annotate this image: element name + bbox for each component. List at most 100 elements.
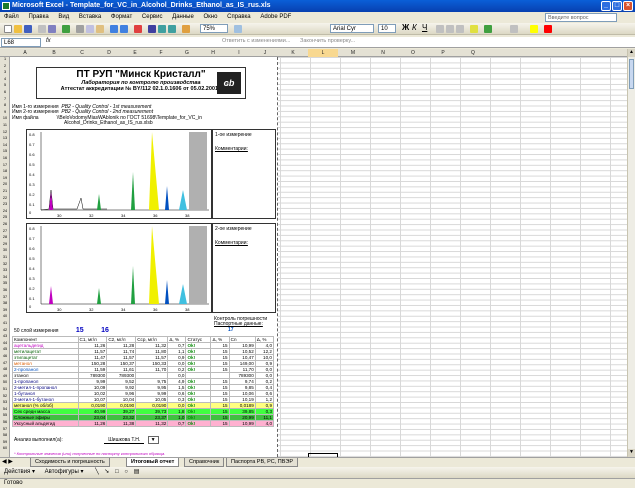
menu-format[interactable]: Формат xyxy=(111,14,132,20)
tab-convergence[interactable]: Сходимость и погрешность xyxy=(30,458,110,467)
oval-icon[interactable]: ○ xyxy=(124,469,128,475)
row-header[interactable]: 14 xyxy=(0,143,10,148)
row-header[interactable]: 57 xyxy=(0,427,10,432)
col-header[interactable]: Q xyxy=(458,49,488,57)
percent-icon[interactable] xyxy=(484,25,492,33)
row-header[interactable]: 29 xyxy=(0,242,10,247)
line-icon[interactable]: ╲ xyxy=(95,469,99,475)
redo-icon[interactable] xyxy=(120,25,128,33)
row-header[interactable]: 5 xyxy=(0,83,10,88)
menu-file[interactable]: Файл xyxy=(4,14,19,20)
row-header[interactable]: 47 xyxy=(0,361,10,366)
arrow-icon[interactable]: ➘ xyxy=(104,469,109,475)
rectangle-icon[interactable]: □ xyxy=(115,469,119,475)
autoshapes-button[interactable]: Автофигуры ▾ xyxy=(45,469,84,475)
fill-color-icon[interactable] xyxy=(530,25,538,33)
menu-view[interactable]: Вид xyxy=(58,14,69,20)
col-header[interactable]: H xyxy=(200,49,226,57)
row-header[interactable]: 52 xyxy=(0,394,10,399)
row-header[interactable]: 36 xyxy=(0,288,10,293)
row-header[interactable]: 42 xyxy=(0,328,10,333)
draw-actions-button[interactable]: Действия ▾ xyxy=(4,469,35,475)
row-header[interactable]: 53 xyxy=(0,400,10,405)
end-review-button[interactable]: Закончить проверку... xyxy=(300,38,355,44)
indent-icon[interactable] xyxy=(510,25,518,33)
row-header[interactable]: 4 xyxy=(0,77,10,82)
row-header[interactable]: 12 xyxy=(0,130,10,135)
sort-asc-icon[interactable] xyxy=(158,25,166,33)
row-header[interactable]: 13 xyxy=(0,136,10,141)
menu-help[interactable]: Справка xyxy=(227,14,251,20)
underline-button[interactable]: Ч xyxy=(422,23,427,32)
reply-changes-button[interactable]: Ответить с изменениями... xyxy=(222,38,290,44)
italic-button[interactable]: К xyxy=(412,23,417,32)
menu-data[interactable]: Данные xyxy=(172,14,194,20)
row-header[interactable]: 56 xyxy=(0,420,10,425)
row-header[interactable]: 24 xyxy=(0,209,10,214)
worksheet-grid[interactable]: ПТ РУП "Минск Кристалл" Лаборатория по к… xyxy=(10,57,627,457)
tab-nav-icon[interactable]: ◀ ▶ xyxy=(2,458,13,465)
row-header[interactable]: 34 xyxy=(0,275,10,280)
row-header[interactable]: 2 xyxy=(0,64,10,69)
tab-final-report[interactable]: Итоговый отчет xyxy=(126,458,180,467)
font-select[interactable]: Arial Cyr xyxy=(330,24,374,33)
maximize-button[interactable]: □ xyxy=(612,1,622,11)
align-center-icon[interactable] xyxy=(446,25,454,33)
row-header[interactable]: 54 xyxy=(0,407,10,412)
help-icon[interactable] xyxy=(234,25,242,33)
menu-insert[interactable]: Вставка xyxy=(79,14,101,20)
row-header[interactable]: 48 xyxy=(0,367,10,372)
preview-icon[interactable] xyxy=(48,25,56,33)
new-icon[interactable] xyxy=(4,25,12,33)
menu-tools[interactable]: Сервис xyxy=(142,14,163,20)
row-header[interactable]: 45 xyxy=(0,347,10,352)
col-header[interactable]: J xyxy=(252,49,278,57)
chromatogram-chart-2[interactable]: 0.8 0.7 0.6 0.5 0.4 0.3 0.2 0.1 0 30 32 … xyxy=(26,223,212,313)
row-header[interactable]: 37 xyxy=(0,295,10,300)
col-header[interactable]: K xyxy=(278,49,308,57)
row-header[interactable]: 40 xyxy=(0,314,10,319)
performer-dropdown-icon[interactable]: ▼ xyxy=(147,436,159,444)
row-header[interactable]: 58 xyxy=(0,433,10,438)
align-left-icon[interactable] xyxy=(436,25,444,33)
fx-icon[interactable]: fx xyxy=(46,38,51,44)
align-right-icon[interactable] xyxy=(456,25,464,33)
row-header[interactable]: 17 xyxy=(0,163,10,168)
row-header[interactable]: 60 xyxy=(0,446,10,451)
row-header[interactable]: 31 xyxy=(0,255,10,260)
row-header[interactable]: 1 xyxy=(0,57,10,62)
row-header[interactable]: 30 xyxy=(0,248,10,253)
menu-window[interactable]: Окно xyxy=(203,14,217,20)
row-header[interactable]: 23 xyxy=(0,202,10,207)
row-header[interactable]: 9 xyxy=(0,110,10,115)
help-search-input[interactable]: Введите вопрос xyxy=(545,13,617,22)
row-header[interactable]: 59 xyxy=(0,440,10,445)
vertical-scrollbar[interactable]: ▲ ▼ xyxy=(627,49,635,457)
open-icon[interactable] xyxy=(14,25,22,33)
row-header[interactable]: 11 xyxy=(0,123,10,128)
print-icon[interactable] xyxy=(38,25,46,33)
col-header[interactable]: N xyxy=(368,49,398,57)
tab-reference[interactable]: Справочник xyxy=(184,458,225,467)
row-header[interactable]: 15 xyxy=(0,149,10,154)
scroll-down-icon[interactable]: ▼ xyxy=(628,449,635,457)
scroll-up-icon[interactable]: ▲ xyxy=(628,49,635,57)
bold-button[interactable]: Ж xyxy=(402,23,409,32)
row-header[interactable]: 43 xyxy=(0,334,10,339)
row-header[interactable]: 26 xyxy=(0,222,10,227)
chart-wizard-icon[interactable] xyxy=(134,25,142,33)
minimize-button[interactable]: _ xyxy=(601,1,611,11)
scroll-thumb[interactable] xyxy=(629,59,634,89)
sort-desc-icon[interactable] xyxy=(168,25,176,33)
row-header[interactable]: 50 xyxy=(0,380,10,385)
cut-icon[interactable] xyxy=(76,25,84,33)
menu-edit[interactable]: Правка xyxy=(28,14,48,20)
row-header[interactable]: 44 xyxy=(0,341,10,346)
row-header[interactable]: 35 xyxy=(0,281,10,286)
drawing-icon[interactable] xyxy=(182,25,190,33)
col-header[interactable]: M xyxy=(338,49,368,57)
row-header[interactable]: 22 xyxy=(0,196,10,201)
name-box[interactable]: L68 xyxy=(1,38,41,47)
row-header[interactable]: 10 xyxy=(0,116,10,121)
row-header[interactable]: 16 xyxy=(0,156,10,161)
